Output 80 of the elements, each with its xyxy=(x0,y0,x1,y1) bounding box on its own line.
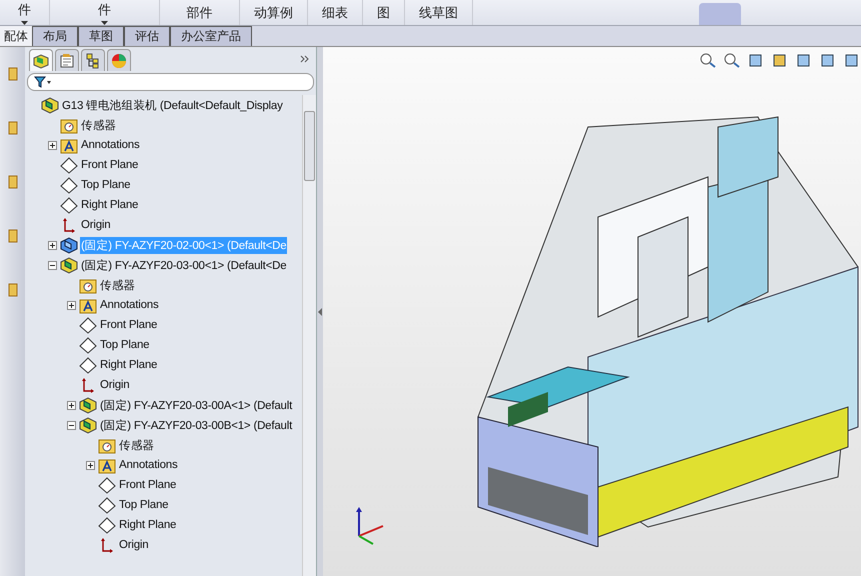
plane-icon xyxy=(79,356,97,374)
toolbar-button[interactable]: 图 xyxy=(363,0,405,25)
command-tab[interactable]: 草图 xyxy=(78,26,124,46)
assembly-icon xyxy=(32,52,50,68)
plane-icon xyxy=(79,316,97,334)
plane-icon xyxy=(60,196,78,214)
annotations-folder-icon xyxy=(98,456,116,474)
tree-item[interactable]: Origin xyxy=(80,218,112,232)
toolbar-panel xyxy=(699,3,741,25)
expander-icon[interactable] xyxy=(67,420,76,430)
scrollbar[interactable] xyxy=(302,95,316,576)
command-tab[interactable]: 办公室产品 xyxy=(170,26,252,46)
sensor-folder-icon xyxy=(60,116,78,134)
tree-item[interactable]: (固定) FY-AZYF20-03-00B<1> (Default xyxy=(99,416,294,434)
view-tool-icon[interactable] xyxy=(723,52,741,68)
plane-icon xyxy=(60,156,78,174)
toolbar-button[interactable]: 部件 xyxy=(160,0,240,25)
toolbar-button[interactable]: 件 xyxy=(0,0,50,25)
property-icon xyxy=(59,52,75,68)
assembly-icon xyxy=(79,416,97,434)
toolbar-button[interactable]: 件 xyxy=(50,0,160,25)
panel-tab[interactable] xyxy=(55,49,79,71)
appearance-ball-icon xyxy=(111,52,127,68)
tree-item[interactable]: Top Plane xyxy=(99,338,150,352)
tool-icon[interactable] xyxy=(8,67,18,81)
tree-item[interactable]: Origin xyxy=(99,378,130,392)
view-tool-icon[interactable] xyxy=(699,52,717,68)
tool-icon[interactable] xyxy=(8,121,18,135)
expander-icon[interactable] xyxy=(48,240,57,250)
tree-item[interactable]: (固定) FY-AZYF20-03-00A<1> (Default xyxy=(99,396,294,414)
expand-icon[interactable] xyxy=(300,55,310,63)
tree-item[interactable]: Annotations xyxy=(99,298,160,312)
plane-icon xyxy=(79,336,97,354)
plane-icon xyxy=(60,176,78,194)
filter-field[interactable] xyxy=(27,73,314,91)
tree-item[interactable]: Front Plane xyxy=(99,318,158,332)
tool-icon[interactable] xyxy=(8,175,18,189)
expander-icon[interactable] xyxy=(48,140,57,150)
tree-item[interactable]: 传感器 xyxy=(99,276,136,294)
tree-item[interactable]: Top Plane xyxy=(80,178,132,192)
expander-icon[interactable] xyxy=(67,300,76,310)
expander-icon[interactable] xyxy=(86,460,95,470)
tool-icon[interactable] xyxy=(8,229,18,243)
toolbar-button[interactable]: 线草图 xyxy=(405,0,473,25)
annotations-folder-icon xyxy=(60,136,78,154)
command-tab[interactable]: 评估 xyxy=(124,26,170,46)
plane-icon xyxy=(98,516,116,534)
tree-item[interactable]: 传感器 xyxy=(118,436,156,454)
assembly-icon xyxy=(60,256,78,274)
sensor-folder-icon xyxy=(98,436,116,454)
tree-item[interactable]: Right Plane xyxy=(80,198,140,212)
annotations-folder-icon xyxy=(79,296,97,314)
tree-item[interactable]: Annotations xyxy=(80,138,141,152)
tree-item[interactable]: Front Plane xyxy=(118,478,178,492)
tree-item[interactable]: Right Plane xyxy=(118,518,178,532)
command-tab[interactable]: 布局 xyxy=(32,26,78,46)
panel-tab[interactable] xyxy=(81,49,105,71)
assembly-icon xyxy=(79,396,97,414)
filter-icon xyxy=(34,76,52,88)
part-icon xyxy=(60,236,78,254)
sensor-folder-icon xyxy=(79,276,97,294)
command-tab[interactable]: 配体 xyxy=(0,26,32,46)
plane-icon xyxy=(98,496,116,514)
tree-item[interactable]: Annotations xyxy=(118,458,179,472)
tree-item[interactable]: Front Plane xyxy=(80,158,140,172)
panel-tab[interactable] xyxy=(29,49,53,71)
toolbar-button[interactable]: 动算例 xyxy=(240,0,308,25)
tree-item[interactable]: Origin xyxy=(118,538,150,552)
tree-item[interactable]: Right Plane xyxy=(99,358,158,372)
expander-icon[interactable] xyxy=(48,260,57,270)
assembly-icon xyxy=(41,96,59,114)
tool-icon[interactable] xyxy=(8,283,18,297)
expander-icon[interactable] xyxy=(67,400,76,410)
configuration-icon xyxy=(85,52,101,68)
tree-item[interactable]: (固定) FY-AZYF20-03-00<1> (Default<De xyxy=(80,256,288,274)
tree-item[interactable]: G13 锂电池组装机 (Default<Default_Display xyxy=(61,96,284,114)
tree-item[interactable]: 传感器 xyxy=(80,116,118,134)
plane-icon xyxy=(98,476,116,494)
tree-item[interactable]: Top Plane xyxy=(118,498,170,512)
toolbar-button[interactable]: 细表 xyxy=(308,0,363,25)
